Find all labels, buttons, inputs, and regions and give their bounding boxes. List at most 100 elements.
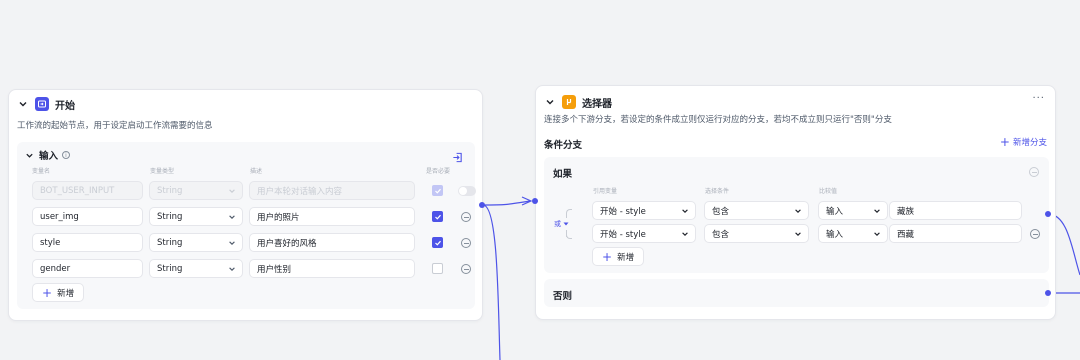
required-checkbox[interactable] <box>432 211 443 222</box>
chevron-down-icon <box>229 267 235 271</box>
condition-select[interactable]: 包含 <box>704 201 809 220</box>
variable-name-field[interactable]: gender <box>32 259 143 278</box>
chevron-down-icon <box>229 189 235 193</box>
info-icon[interactable]: i <box>62 151 71 159</box>
more-options-icon[interactable]: ··· <box>1032 93 1045 104</box>
selector-node-header[interactable]: 选择器 <box>536 88 1055 116</box>
ref-variable-select[interactable]: 开始 - style <box>592 224 696 243</box>
variable-type-select[interactable]: String <box>149 233 243 252</box>
logic-operator-toggle[interactable]: 或 <box>554 218 569 230</box>
required-checkbox <box>432 185 443 196</box>
value-type-select[interactable]: 输入 <box>818 201 888 220</box>
start-node-description: 工作流的起始节点，用于设定启动工作流需要的信息 <box>17 121 213 131</box>
compare-value-input[interactable]: 藏族 <box>889 201 1022 220</box>
chevron-down-icon <box>874 232 880 236</box>
else-branch-panel: 否则 <box>544 279 1049 307</box>
branches-title: 条件分支 <box>544 140 583 151</box>
add-branch-button[interactable]: + 新增分支 <box>1000 136 1047 148</box>
input-section-header[interactable]: 输入 i <box>23 148 71 162</box>
if-branch-panel: 如果 引用变量 选择条件 比较值 或 开始 - style 包含 输入 藏族 开… <box>544 157 1049 273</box>
if-branch-output-port[interactable] <box>1045 211 1051 217</box>
description-field[interactable]: 用户的照片 <box>249 207 415 226</box>
else-branch-output-port[interactable] <box>1045 290 1051 296</box>
selector-node-title: 选择器 <box>582 98 612 110</box>
selector-node[interactable]: 选择器 ··· 连接多个下游分支，若设定的条件成立则仅运行对应的分支，若均不成立… <box>535 85 1056 320</box>
condition-value: 包含 <box>712 206 730 217</box>
edge-start-to-selector <box>482 200 531 206</box>
variable-type-select[interactable]: String <box>149 259 243 278</box>
ref-variable-value: 开始 - style <box>600 206 646 217</box>
chevron-down-icon <box>795 209 801 213</box>
logic-operator-label: 或 <box>554 220 561 228</box>
variable-type-value: String <box>157 185 183 196</box>
edge-arrow <box>521 196 533 206</box>
variable-name-field[interactable]: user_img <box>32 207 143 226</box>
variable-name-field: BOT_USER_INPUT <box>32 181 143 200</box>
chevron-down-icon <box>229 241 235 245</box>
plus-icon: + <box>602 249 613 264</box>
column-header-name: 变量名 <box>32 168 51 175</box>
column-header-condition: 选择条件 <box>705 188 730 195</box>
ref-variable-select[interactable]: 开始 - style <box>592 201 696 220</box>
required-checkbox[interactable] <box>432 237 443 248</box>
variable-type-value: String <box>157 237 183 248</box>
value-type-value: 输入 <box>826 206 844 217</box>
add-variable-button[interactable]: + 新增 <box>32 283 85 302</box>
description-field[interactable]: 用户性别 <box>249 259 415 278</box>
remove-condition-button[interactable] <box>1030 229 1040 239</box>
compare-value-input[interactable]: 西藏 <box>889 224 1022 243</box>
input-panel: 输入 i 变量名 变量类型 描述 是否必要 BOT_USER_INPUT Str… <box>17 142 476 309</box>
remove-row-button[interactable] <box>461 212 471 222</box>
start-node[interactable]: 开始 工作流的起始节点，用于设定启动工作流需要的信息 输入 i 变量名 变量类型… <box>8 89 483 321</box>
add-condition-label: 新增 <box>617 252 635 263</box>
condition-value: 包含 <box>712 229 730 240</box>
variable-type-select[interactable]: String <box>149 207 243 226</box>
start-node-header[interactable]: 开始 <box>9 90 482 118</box>
chevron-down-icon <box>874 209 880 213</box>
remove-branch-button[interactable] <box>1029 167 1039 177</box>
chevron-down-icon <box>795 232 801 236</box>
description-field[interactable]: 用户喜好的风格 <box>249 233 415 252</box>
chevron-down-icon <box>682 232 688 236</box>
chevron-down-icon[interactable] <box>17 98 29 110</box>
start-node-icon <box>35 97 49 111</box>
condition-select[interactable]: 包含 <box>704 224 809 243</box>
column-header-value: 比较值 <box>819 188 838 195</box>
column-header-type: 变量类型 <box>150 168 175 175</box>
add-condition-button[interactable]: + 新增 <box>592 247 645 266</box>
start-node-title: 开始 <box>55 100 75 112</box>
variable-name-field[interactable]: style <box>32 233 143 252</box>
import-icon[interactable] <box>452 148 463 167</box>
column-header-ref: 引用变量 <box>593 188 618 195</box>
plus-icon: + <box>42 285 53 300</box>
if-branch-title: 如果 <box>553 169 573 180</box>
column-header-required: 是否必要 <box>426 168 451 175</box>
selector-input-port[interactable] <box>532 198 538 204</box>
caret-down-icon <box>563 222 569 226</box>
start-output-port[interactable] <box>479 202 485 208</box>
chevron-down-icon <box>229 215 235 219</box>
column-header-description: 描述 <box>250 168 263 175</box>
add-variable-label: 新增 <box>57 288 75 299</box>
chevron-down-icon[interactable] <box>23 149 35 161</box>
variable-type-select: String <box>149 181 243 200</box>
workflow-canvas[interactable]: 开始 工作流的起始节点，用于设定启动工作流需要的信息 输入 i 变量名 变量类型… <box>0 0 1080 360</box>
plus-icon: + <box>999 135 1010 149</box>
required-checkbox[interactable] <box>432 263 443 274</box>
chevron-down-icon <box>682 209 688 213</box>
toggle-switch[interactable] <box>458 186 476 196</box>
remove-row-button[interactable] <box>461 238 471 248</box>
selector-node-description: 连接多个下游分支，若设定的条件成立则仅运行对应的分支，若均不成立则只运行"否则"… <box>544 115 892 125</box>
ref-variable-value: 开始 - style <box>600 229 646 240</box>
edge-start-down <box>482 204 501 360</box>
value-type-select[interactable]: 输入 <box>818 224 888 243</box>
remove-row-button[interactable] <box>461 264 471 274</box>
add-branch-label: 新增分支 <box>1012 138 1047 148</box>
selector-node-icon <box>562 95 576 109</box>
input-section-title: 输入 <box>39 151 59 162</box>
description-field: 用户本轮对话输入内容 <box>249 181 415 200</box>
variable-type-value: String <box>157 263 183 274</box>
value-type-value: 输入 <box>826 229 844 240</box>
else-branch-title: 否则 <box>553 291 573 302</box>
chevron-down-icon[interactable] <box>544 96 556 108</box>
